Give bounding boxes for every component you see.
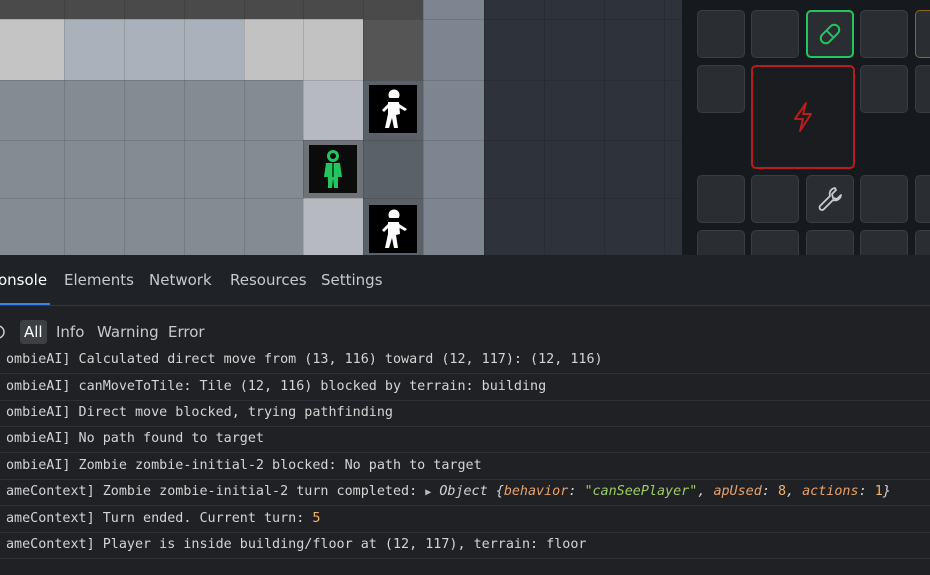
log-text: ombieAI] Calculated direct move from (13… <box>6 352 603 367</box>
equipped-slot-lightning[interactable] <box>751 65 855 169</box>
grid-line <box>0 198 682 199</box>
inventory-slot[interactable] <box>697 10 745 58</box>
inventory-slot[interactable] <box>697 175 745 223</box>
tab-elements[interactable]: Elements <box>64 255 134 305</box>
zombie-icon <box>382 209 407 248</box>
tile-light-col-2 <box>303 198 363 255</box>
tile-right-col <box>423 0 484 255</box>
filter-error[interactable]: Error <box>164 320 209 344</box>
devtools-panel: onsole Elements Network Resources Settin… <box>0 255 930 575</box>
player-icon <box>324 150 342 188</box>
log-row-object[interactable]: ameContext] Zombie zombie-initial-2 turn… <box>0 479 930 506</box>
grid-line <box>0 140 682 141</box>
tile-light-col <box>303 80 363 140</box>
object-value: 1 <box>874 484 883 499</box>
grid-line <box>64 0 65 255</box>
log-row: ombieAI] Zombie zombie-initial-2 blocked… <box>0 453 930 480</box>
pill-icon <box>819 23 841 45</box>
zombie-icon <box>382 89 407 128</box>
filter-info[interactable]: Info <box>52 320 88 344</box>
grid-line <box>544 0 545 255</box>
tab-resources[interactable]: Resources <box>230 255 307 305</box>
log-text: ameContext] Zombie zombie-initial-2 turn… <box>6 484 426 499</box>
inventory-slot-pill[interactable] <box>806 10 854 58</box>
inventory-slot[interactable] <box>915 10 930 58</box>
object-label[interactable]: Object <box>439 484 487 499</box>
grid-line <box>0 19 682 20</box>
grid-line <box>244 0 245 255</box>
inventory-slot[interactable] <box>860 175 908 223</box>
log-row: ombieAI] Calculated direct move from (13… <box>0 347 930 374</box>
tile-light-2 <box>64 19 244 80</box>
log-text: ombieAI] Direct move blocked, trying pat… <box>6 405 393 420</box>
grid-line <box>423 0 424 255</box>
log-text: ameContext] Turn ended. Current turn: <box>6 511 313 526</box>
tile-dark-1 <box>363 19 423 80</box>
tile-void <box>484 0 682 255</box>
grid-line <box>484 0 485 255</box>
grid-line <box>303 0 304 255</box>
log-row: ameContext] Turn ended. Current turn: 5 <box>0 506 930 533</box>
log-row: ombieAI] Direct move blocked, trying pat… <box>0 400 930 427</box>
object-value: 8 <box>777 484 786 499</box>
devtools-tab-bar: onsole Elements Network Resources Settin… <box>0 255 930 306</box>
inventory-slot[interactable] <box>697 230 745 255</box>
log-text: ombieAI] canMoveToTile: Tile (12, 116) b… <box>6 379 547 394</box>
inventory-slot[interactable] <box>751 175 799 223</box>
tile-light-1 <box>0 19 64 80</box>
inventory-slot[interactable] <box>860 230 908 255</box>
console-log: ombieAI] Calculated direct move from (13… <box>0 352 930 564</box>
grid-line <box>604 0 605 255</box>
grid-line <box>184 0 185 255</box>
zombie-entity[interactable] <box>369 85 417 133</box>
inventory-slot-wrench[interactable] <box>806 175 854 223</box>
log-row: ombieAI] No path found to target <box>0 426 930 453</box>
inventory-slot[interactable] <box>860 65 908 113</box>
inventory-slot[interactable] <box>806 230 854 255</box>
grid-line <box>0 80 682 81</box>
tab-network[interactable]: Network <box>149 255 212 305</box>
zombie-entity[interactable] <box>369 205 417 253</box>
turn-value: 5 <box>312 511 321 526</box>
grid-line <box>363 0 364 255</box>
inventory-panel <box>682 0 930 255</box>
log-text: ameContext] Player is inside building/fl… <box>6 537 587 552</box>
tile-grey-area <box>0 80 303 255</box>
inventory-slot[interactable] <box>697 65 745 113</box>
object-key: apUsed <box>713 484 762 499</box>
lightning-icon <box>794 102 812 132</box>
player-entity[interactable] <box>309 145 357 193</box>
inventory-slot[interactable] <box>860 10 908 58</box>
object-value: "canSeePlayer" <box>584 484 698 499</box>
grid-line <box>664 0 665 255</box>
wrench-icon <box>818 187 842 211</box>
inventory-slot[interactable] <box>751 230 799 255</box>
object-key: actions <box>802 484 859 499</box>
inventory-slot[interactable] <box>915 230 930 255</box>
inventory-slot[interactable] <box>915 65 930 113</box>
filter-warning[interactable]: Warning <box>93 320 163 344</box>
log-row: ombieAI] canMoveToTile: Tile (12, 116) b… <box>0 374 930 401</box>
log-text: ombieAI] No path found to target <box>6 431 264 446</box>
tab-settings[interactable]: Settings <box>321 255 383 305</box>
tab-console[interactable]: onsole <box>0 255 50 305</box>
inventory-slot[interactable] <box>915 175 930 223</box>
grid-line <box>124 0 125 255</box>
log-text: ombieAI] Zombie zombie-initial-2 blocked… <box>6 458 482 473</box>
object-key: behavior <box>503 484 569 499</box>
clear-console-icon[interactable] <box>0 324 6 340</box>
log-row: ameContext] Player is inside building/fl… <box>0 532 930 559</box>
filter-all[interactable]: All <box>20 320 47 344</box>
inventory-slot[interactable] <box>751 10 799 58</box>
